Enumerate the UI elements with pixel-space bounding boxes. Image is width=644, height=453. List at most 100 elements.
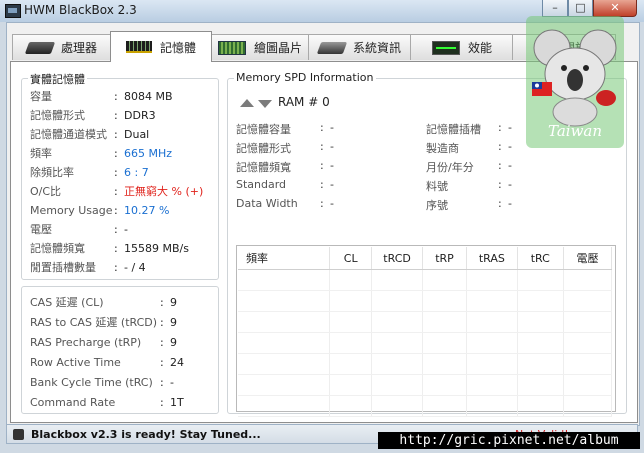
koala-caption: Taiwan — [547, 122, 603, 140]
tab-performance[interactable]: 效能 — [410, 34, 514, 60]
column-header[interactable]: tRCD — [371, 247, 423, 270]
close-button[interactable]: ✕ — [593, 0, 637, 17]
table-cell — [371, 395, 423, 417]
row-colon: : — [114, 147, 118, 160]
table-cell — [563, 374, 613, 396]
timing-label: Bank Cycle Time (tRC) — [30, 376, 153, 389]
row-colon: : — [320, 121, 324, 134]
table-cell — [517, 332, 564, 354]
column-header[interactable]: tRP — [422, 247, 468, 270]
row-value: 正無窮大 % (+) — [124, 185, 204, 198]
window-title: HWM BlackBox 2.3 — [24, 3, 137, 17]
spd-field-value: - — [330, 178, 334, 191]
table-cell — [563, 395, 613, 417]
table-row — [238, 374, 613, 396]
minimize-button[interactable]: – — [542, 0, 568, 17]
previous-slot-icon[interactable] — [240, 99, 254, 107]
tab-label: 記憶體 — [159, 40, 196, 55]
row-colon: : — [498, 159, 502, 172]
spd-field-value: - — [508, 159, 512, 172]
tab-label: 繪圖晶片 — [253, 41, 302, 55]
row-label: 記憶體通道模式 — [30, 128, 107, 141]
row-colon: : — [160, 296, 164, 309]
spd-field-label: 記憶體頻寬 — [236, 161, 291, 174]
status-icon — [13, 429, 24, 440]
column-header[interactable]: CL — [329, 247, 373, 270]
table-cell — [329, 374, 373, 396]
column-header[interactable]: tRAS — [466, 247, 518, 270]
table-cell — [238, 374, 331, 396]
table-cell — [329, 311, 373, 333]
table-cell — [563, 353, 613, 375]
table-cell — [238, 269, 331, 291]
table-cell — [466, 290, 518, 312]
group-title: 實體記憶體 — [28, 71, 87, 87]
table-row — [238, 269, 613, 291]
table-cell — [517, 290, 564, 312]
table-cell — [422, 353, 468, 375]
maximize-button[interactable]: □ — [568, 0, 593, 17]
spd-field-value: - — [330, 140, 334, 153]
table-row — [238, 311, 613, 333]
cpu-icon — [24, 41, 56, 54]
row-colon: : — [498, 140, 502, 153]
table-cell — [329, 290, 373, 312]
timing-label: Command Rate — [30, 396, 116, 409]
tab-system-info[interactable]: 系統資訊 — [308, 34, 412, 60]
timing-label: CAS 延遲 (CL) — [30, 296, 104, 309]
timing-value: 1T — [170, 396, 184, 409]
timing-label: RAS Precharge (tRP) — [30, 336, 142, 349]
spd-field-value: - — [330, 159, 334, 172]
spd-field-value: - — [330, 197, 334, 210]
table-cell — [329, 332, 373, 354]
row-label: Memory Usage — [30, 204, 113, 217]
table-cell — [517, 374, 564, 396]
row-colon: : — [498, 121, 502, 134]
table-cell — [238, 353, 331, 375]
spd-field-label: 記憶體形式 — [236, 142, 291, 155]
table-cell — [563, 290, 613, 312]
row-colon: : — [320, 197, 324, 210]
column-header[interactable]: 電壓 — [563, 247, 613, 270]
row-value: - / 4 — [124, 261, 146, 274]
table-row — [238, 395, 613, 417]
timing-value: 24 — [170, 356, 184, 369]
row-colon: : — [114, 223, 118, 236]
ram-icon — [125, 41, 152, 53]
row-colon: : — [320, 159, 324, 172]
table-cell — [466, 353, 518, 375]
row-colon: : — [114, 261, 118, 274]
spd-field-value: - — [330, 121, 334, 134]
timing-value: 9 — [170, 316, 177, 329]
column-header[interactable]: tRC — [517, 247, 564, 270]
row-colon: : — [160, 356, 164, 369]
koala-sticker-image: Taiwan — [526, 16, 624, 148]
table-cell — [371, 269, 423, 291]
timings-group: CAS 延遲 (CL):9 RAS to CAS 延遲 (tRCD):9 RAS P… — [21, 286, 219, 414]
table-cell — [238, 290, 331, 312]
status-text: Blackbox v2.3 is ready! Stay Tuned... — [31, 428, 261, 441]
table-cell — [517, 395, 564, 417]
row-value: Dual — [124, 128, 150, 141]
table-cell — [563, 269, 613, 291]
row-colon: : — [160, 316, 164, 329]
table-cell — [563, 332, 613, 354]
tab-gpu[interactable]: 繪圖晶片 — [210, 34, 310, 60]
tab-cpu[interactable]: 處理器 — [12, 34, 112, 60]
spd-field-label: 料號 — [426, 180, 448, 193]
row-colon: : — [320, 178, 324, 191]
system-icon — [316, 41, 348, 54]
tab-label: 處理器 — [60, 41, 97, 55]
tab-label: 系統資訊 — [352, 41, 401, 55]
table-row — [238, 290, 613, 312]
next-slot-icon[interactable] — [258, 100, 272, 108]
spd-field-label: 月份/年分 — [426, 161, 474, 174]
performance-icon — [431, 40, 460, 55]
table-body — [238, 269, 613, 417]
column-header[interactable]: 頻率 — [238, 247, 331, 270]
slot-label: RAM # 0 — [278, 95, 330, 109]
table-row — [238, 353, 613, 375]
table-cell — [371, 332, 423, 354]
row-label: 頻率 — [30, 147, 52, 160]
tab-memory[interactable]: 記憶體 — [110, 31, 212, 62]
